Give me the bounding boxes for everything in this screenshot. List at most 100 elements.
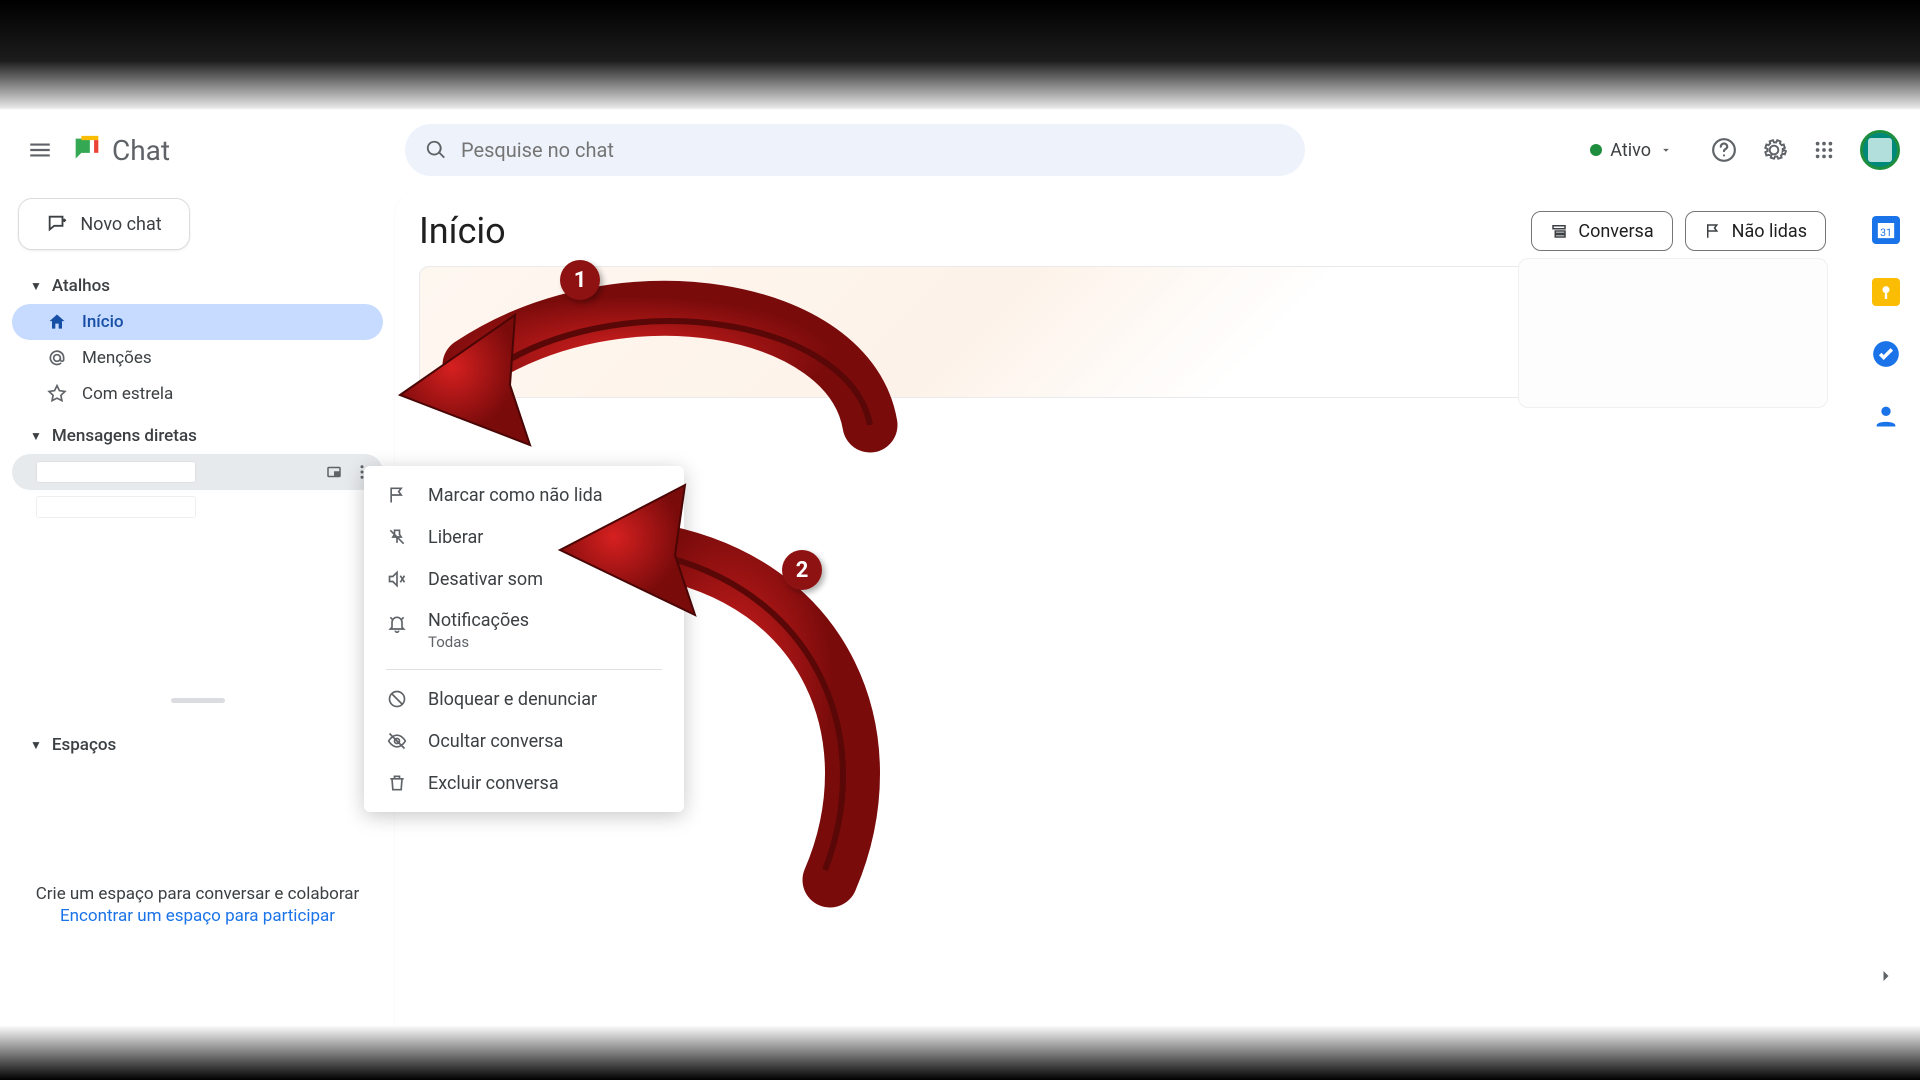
popout-icon (325, 463, 343, 481)
hamburger-icon (27, 137, 53, 163)
new-chat-button[interactable]: Novo chat (18, 198, 190, 250)
unpin-icon (386, 526, 408, 548)
sidebar: Novo chat ▼ Atalhos Início Menções (0, 190, 395, 1026)
calendar-addon-button[interactable]: 31 (1872, 216, 1900, 244)
collapse-triangle-icon: ▼ (30, 279, 42, 293)
ctx-block[interactable]: Bloquear e denunciar (364, 678, 684, 720)
keep-icon (1872, 278, 1900, 306)
ctx-label: Marcar como não lida (428, 485, 603, 506)
contacts-addon-button[interactable] (1872, 402, 1900, 430)
search-bar[interactable] (405, 124, 1305, 176)
search-icon (425, 139, 447, 161)
apps-button[interactable] (1810, 136, 1838, 164)
tasks-addon-button[interactable] (1872, 340, 1900, 368)
calendar-icon: 31 (1872, 216, 1900, 244)
ctx-hide[interactable]: Ocultar conversa (364, 720, 684, 762)
shortcuts-title: Atalhos (52, 276, 110, 296)
ctx-label: Ocultar conversa (428, 731, 563, 752)
status-label: Ativo (1610, 140, 1651, 161)
dm-conversation-item[interactable] (12, 454, 383, 490)
sidebar-item-home[interactable]: Início (12, 304, 383, 340)
hide-icon (386, 730, 408, 752)
help-button[interactable] (1710, 136, 1738, 164)
ctx-mute[interactable]: Desativar som (364, 558, 684, 600)
new-chat-icon (46, 213, 68, 235)
sidebar-item-label: Menções (82, 348, 152, 368)
main-menu-button[interactable] (20, 130, 60, 170)
app-logo: Chat (70, 133, 170, 167)
ctx-label: Notificações (428, 610, 529, 631)
find-space-link[interactable]: Encontrar um espaço para participar (20, 906, 375, 926)
chip-label: Conversa (1578, 221, 1653, 242)
sidebar-item-label: Com estrela (82, 384, 173, 404)
collapse-side-panel-button[interactable] (1876, 966, 1896, 986)
filter-chip-conversa[interactable]: Conversa (1531, 211, 1672, 251)
sidebar-section-dms: ▼ Mensagens diretas (12, 418, 383, 703)
spaces-empty-text: Crie um espaço para conversar e colabora… (36, 884, 360, 904)
chevron-right-icon (1876, 966, 1896, 986)
chip-label: Não lidas (1732, 221, 1807, 242)
keep-addon-button[interactable] (1872, 278, 1900, 306)
unread-flag-icon (1704, 222, 1722, 240)
apps-grid-icon (1813, 139, 1835, 161)
thread-icon (1550, 222, 1568, 240)
search-input[interactable] (461, 138, 1285, 162)
ctx-notifications[interactable]: Notificações Todas (364, 600, 684, 661)
svg-text:31: 31 (1880, 226, 1892, 239)
ctx-label: Liberar (428, 527, 483, 548)
ctx-separator (386, 669, 662, 670)
ctx-label: Bloquear e denunciar (428, 689, 597, 710)
ctx-sublabel: Todas (428, 633, 529, 651)
chevron-down-icon (1659, 143, 1673, 157)
dms-header[interactable]: ▼ Mensagens diretas (12, 418, 383, 454)
ctx-unpin[interactable]: Liberar (364, 516, 684, 558)
new-chat-label: Novo chat (80, 214, 161, 235)
app-screen: Chat Ativo (0, 110, 1920, 1026)
ctx-label: Desativar som (428, 569, 543, 590)
home-side-card (1518, 258, 1828, 408)
avatar-image (1868, 138, 1892, 162)
sidebar-resize-handle[interactable] (171, 698, 225, 703)
popout-button[interactable] (325, 463, 343, 481)
dm-item-redacted (36, 496, 196, 518)
bell-icon (386, 613, 408, 635)
mention-icon (46, 347, 68, 369)
shortcuts-header[interactable]: ▼ Atalhos (12, 268, 383, 304)
ctx-mark-unread[interactable]: Marcar como não lida (364, 474, 684, 516)
header: Chat Ativo (0, 110, 1920, 190)
settings-button[interactable] (1760, 136, 1788, 164)
mute-icon (386, 568, 408, 590)
home-icon (46, 311, 68, 333)
sidebar-item-starred[interactable]: Com estrela (12, 376, 383, 412)
contacts-icon (1872, 402, 1900, 430)
collapse-triangle-icon: ▼ (30, 429, 42, 443)
dm-contact-name-redacted (36, 461, 196, 483)
letterbox-top (0, 0, 1920, 110)
sidebar-item-label: Início (82, 312, 124, 332)
app-name: Chat (112, 134, 170, 167)
ctx-delete[interactable]: Excluir conversa (364, 762, 684, 804)
sidebar-item-mentions[interactable]: Menções (12, 340, 383, 376)
ctx-label: Excluir conversa (428, 773, 559, 794)
flag-icon (386, 484, 408, 506)
trash-icon (386, 772, 408, 794)
sidebar-section-shortcuts: ▼ Atalhos Início Menções Com estrela (12, 268, 383, 412)
help-icon (1711, 137, 1737, 163)
header-actions: Ativo (1575, 130, 1900, 170)
filter-chips: Conversa Não lidas (1531, 211, 1826, 251)
block-icon (386, 688, 408, 710)
account-avatar[interactable] (1860, 130, 1900, 170)
spaces-title: Espaços (52, 735, 116, 755)
dm-context-menu: Marcar como não lida Liberar Desativar s… (364, 466, 684, 812)
letterbox-bottom (0, 1025, 1920, 1080)
spaces-empty-footer: Crie um espaço para conversar e colabora… (0, 884, 395, 926)
gear-icon (1761, 137, 1787, 163)
spaces-header[interactable]: ▼ Espaços (12, 727, 383, 763)
status-dot-icon (1590, 144, 1602, 156)
page-title: Início (419, 210, 506, 252)
chat-logo-icon (70, 133, 104, 167)
star-icon (46, 383, 68, 405)
filter-chip-unread[interactable]: Não lidas (1685, 211, 1826, 251)
tasks-icon (1872, 340, 1900, 368)
presence-status-button[interactable]: Ativo (1575, 130, 1688, 170)
